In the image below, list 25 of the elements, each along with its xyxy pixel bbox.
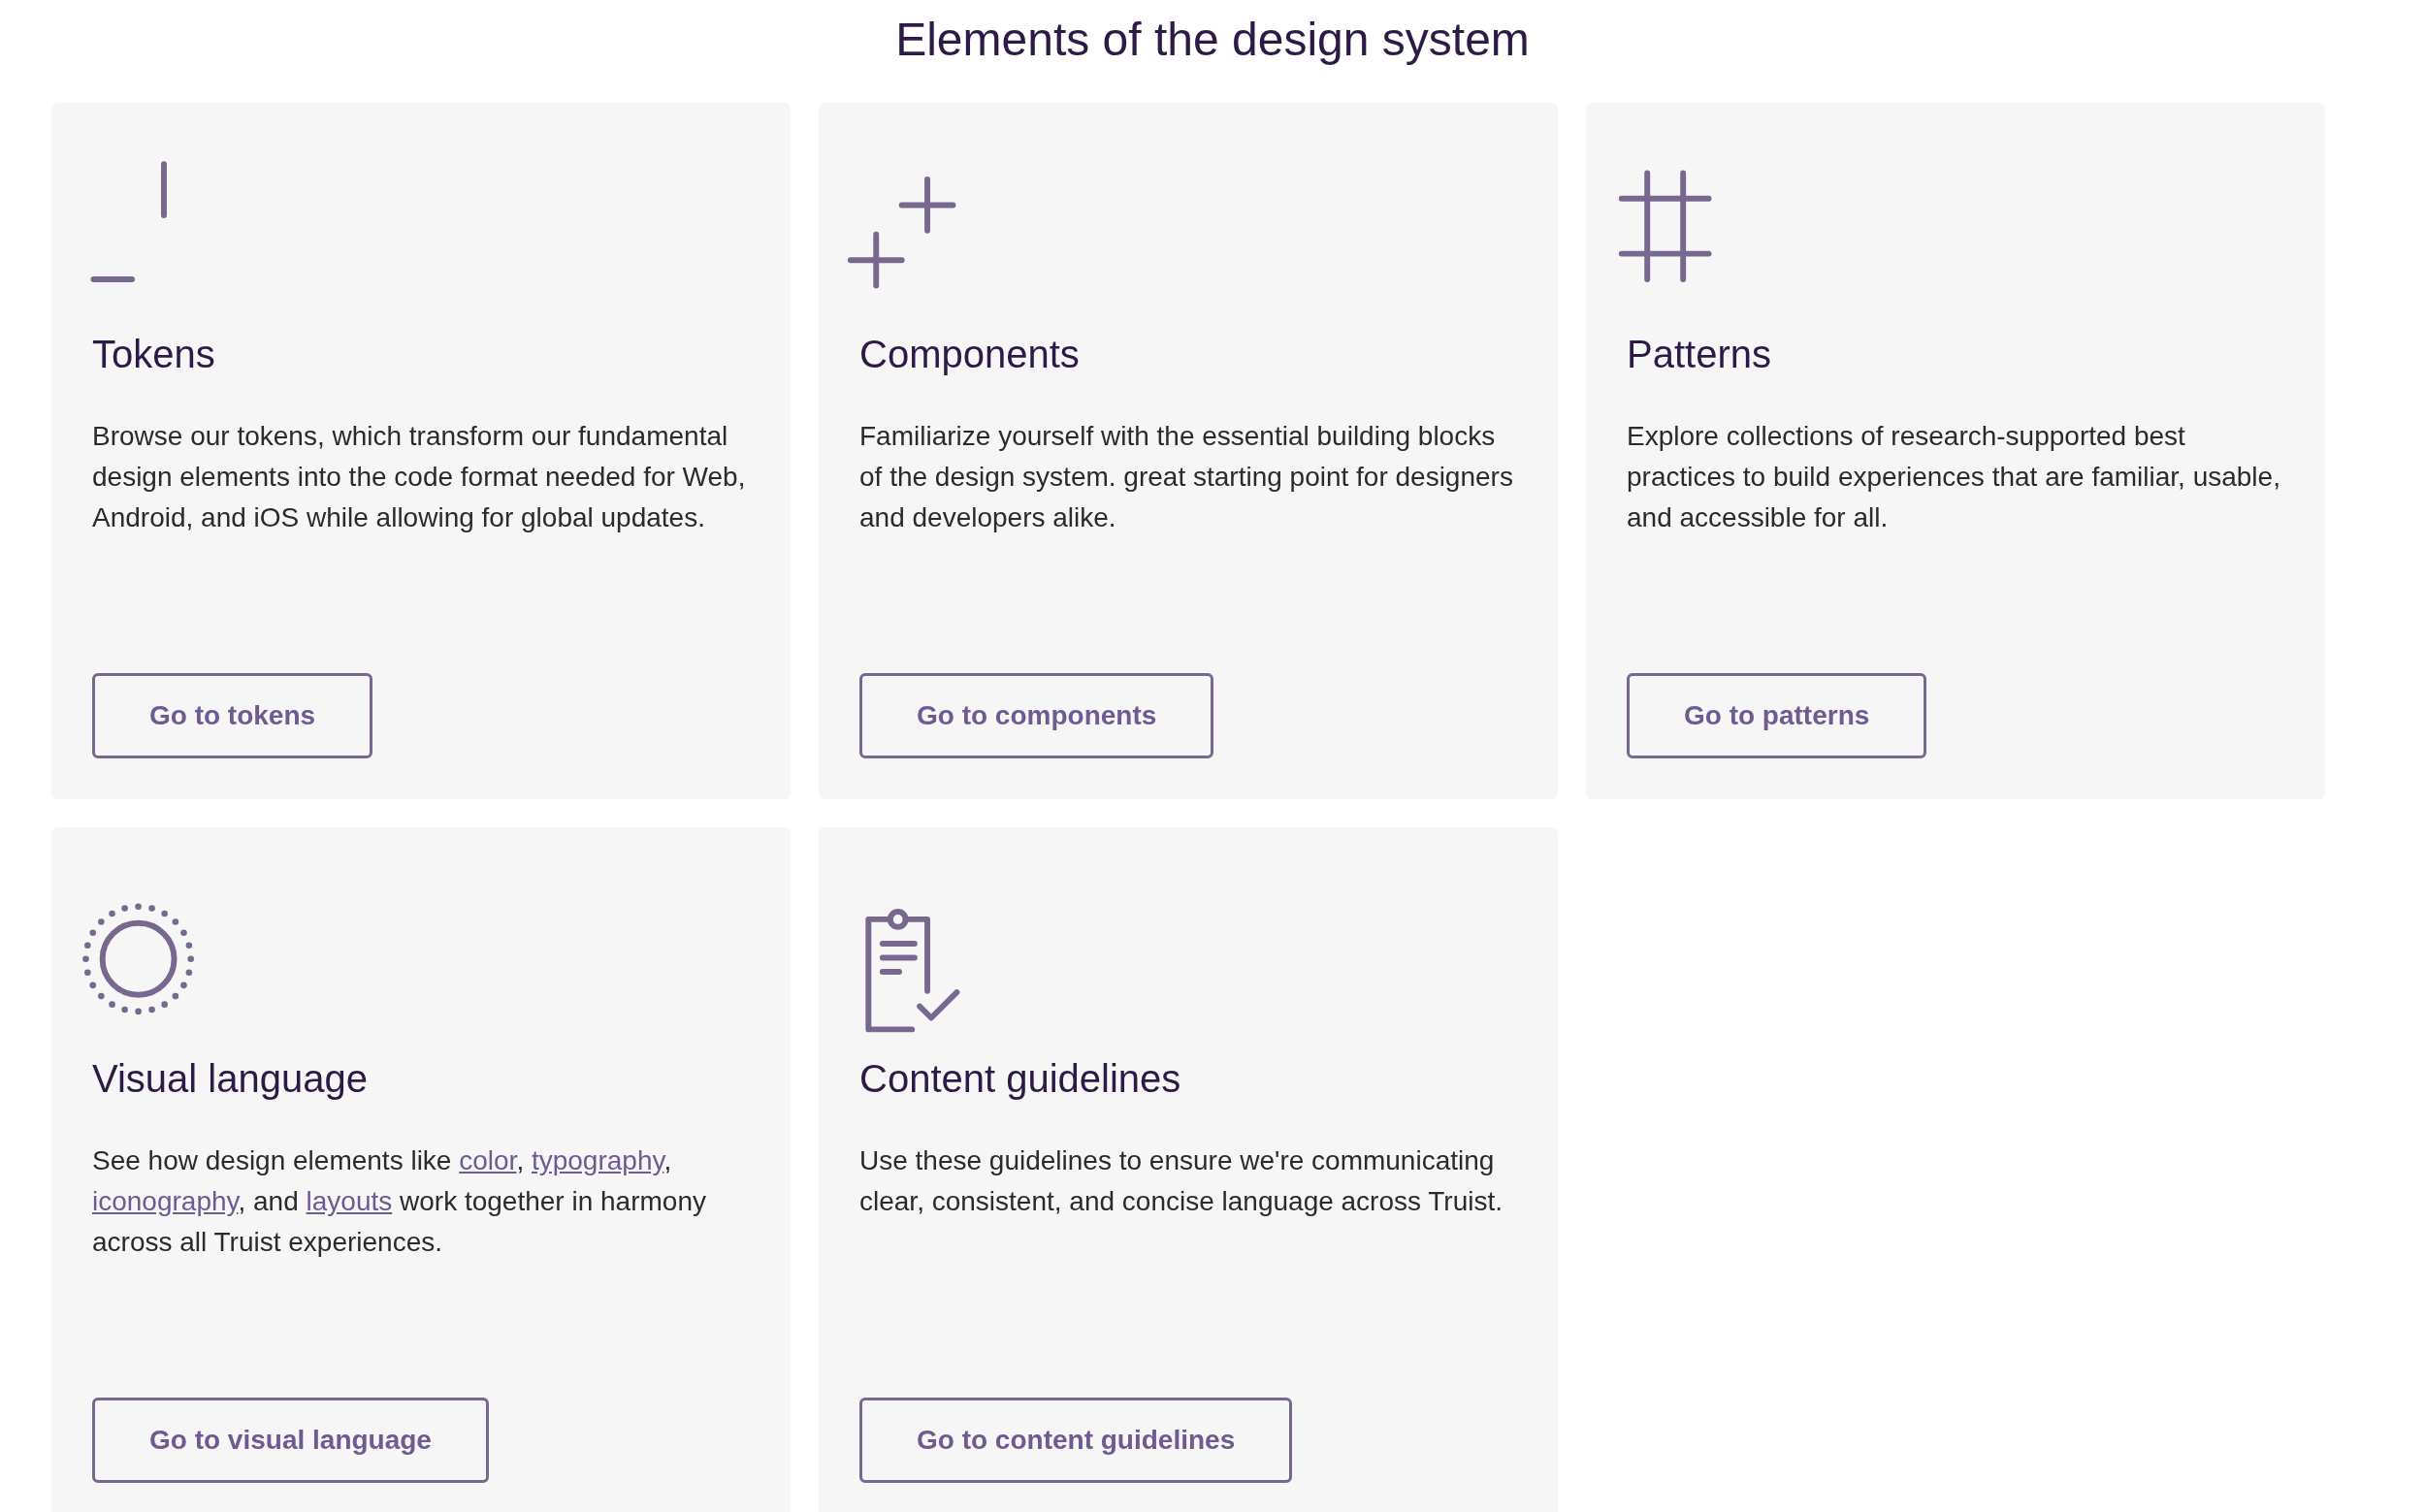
inline-link[interactable]: layouts — [306, 1185, 393, 1216]
grid-icon — [1618, 170, 1712, 282]
dotted-circle-icon — [82, 902, 194, 1014]
card-description: Use these guidelines to ensure we're communicating clear, consistent, and concise language across Truist. — [859, 1143, 1504, 1218]
pen-stroke-icon — [90, 160, 167, 282]
card-description: Explore collections of research-supported best practices to build experiences that are familiar, usable, and accessible for all. — [1627, 419, 2281, 534]
inline-link[interactable]: iconography — [92, 1185, 239, 1216]
inline-link[interactable]: typography — [531, 1144, 664, 1175]
card-description: Browse our tokens, which transform our fundamental design elements into the code format needed for Web, Android, and iOS while allowing for global updates. — [92, 419, 747, 534]
go-to-button[interactable]: Go to tokens — [92, 672, 373, 758]
card-title: Visual language — [92, 1055, 369, 1102]
go-to-button[interactable]: Go to visual language — [92, 1397, 489, 1483]
card-description: See how design elements like color, typography, iconography, and layouts work together in harmony across all Truist experiences. — [92, 1143, 707, 1259]
section-heading: Elements of the design system — [894, 13, 1531, 67]
card-title: Patterns — [1627, 331, 1772, 377]
card-description: Familiarize yourself with the essential building blocks of the design system. great starting point for designers and developers alike. — [859, 419, 1514, 534]
card-title: Components — [859, 331, 1081, 377]
card-title: Content guidelines — [859, 1055, 1182, 1102]
inline-link[interactable]: color — [459, 1144, 517, 1175]
go-to-button[interactable]: Go to content guidelines — [859, 1397, 1293, 1483]
go-to-button[interactable]: Go to components — [859, 672, 1214, 758]
clipboard-check-icon — [865, 908, 960, 1032]
card-title: Tokens — [92, 331, 216, 377]
go-to-button[interactable]: Go to patterns — [1627, 672, 1927, 758]
plus-signs-icon — [847, 176, 956, 289]
